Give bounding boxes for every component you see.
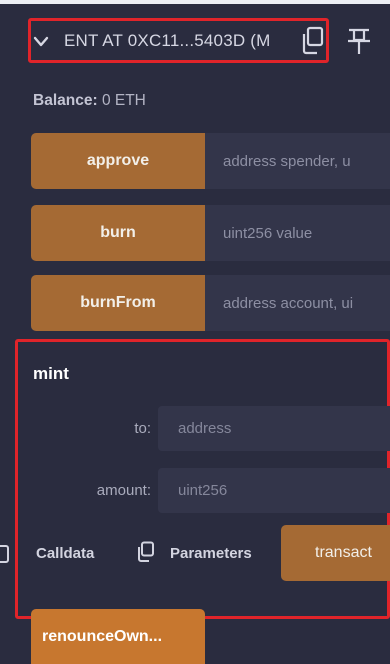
to-input[interactable]: address [158, 406, 390, 451]
contract-highlight-box [28, 18, 329, 63]
function-burnfrom: burnFrom address account, ui [31, 275, 390, 331]
calldata-copy-icon[interactable] [0, 543, 9, 565]
copy-icon[interactable] [136, 541, 156, 563]
approve-input[interactable]: address spender, u [205, 133, 390, 189]
parameters-label[interactable]: Parameters [170, 545, 252, 562]
burn-input[interactable]: uint256 value [205, 205, 390, 261]
amount-input[interactable]: uint256 [158, 468, 390, 513]
approve-button[interactable]: approve [31, 133, 205, 189]
calldata-label[interactable]: Calldata [36, 545, 94, 562]
renounce-ownership-button[interactable]: renounceOwn... [31, 609, 205, 664]
transact-button[interactable]: transact [281, 525, 390, 581]
function-burn: burn uint256 value [31, 205, 390, 261]
amount-label: amount: [96, 482, 151, 499]
function-approve: approve address spender, u [31, 133, 390, 189]
mint-title: mint [33, 364, 69, 383]
burnfrom-input[interactable]: address account, ui [205, 275, 390, 331]
balance-value: 0 ETH [101, 92, 146, 109]
balance: Balance: 0 ETH [33, 92, 146, 110]
to-label: to: [134, 420, 151, 437]
burnfrom-button[interactable]: burnFrom [31, 275, 205, 331]
pin-icon[interactable] [346, 28, 372, 56]
balance-label: Balance: [33, 92, 98, 109]
burn-button[interactable]: burn [31, 205, 205, 261]
